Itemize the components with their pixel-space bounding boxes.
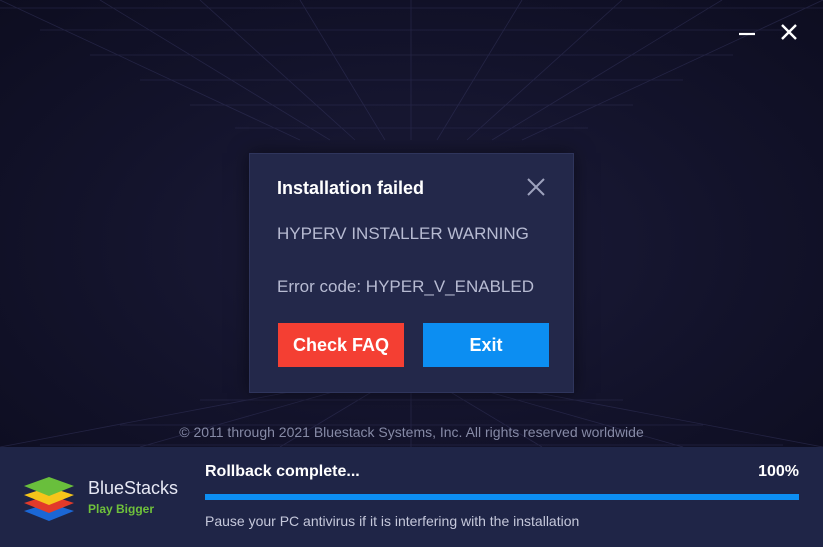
copyright-text: © 2011 through 2021 Bluestack Systems, I… [179,424,644,440]
close-icon[interactable] [777,20,801,44]
close-icon[interactable] [525,176,547,198]
window-controls [735,20,801,44]
exit-button[interactable]: Exit [423,323,549,367]
progress-percent: 100% [758,463,799,480]
footer-bar: BlueStacks Play Bigger Rollback complete… [0,447,823,547]
bluestacks-logo [22,473,76,523]
brand-name: BlueStacks [88,478,179,498]
antivirus-hint: Pause your PC antivirus if it is interfe… [205,513,580,529]
progress-fill [205,494,799,500]
brand-tagline: Play Bigger [88,502,155,516]
dialog-title: Installation failed [277,178,425,198]
minimize-icon[interactable] [735,20,759,44]
check-faq-button[interactable]: Check FAQ [278,323,404,367]
status-text: Rollback complete... [205,463,360,480]
progress-bar [205,494,799,500]
dialog-message: HYPERV INSTALLER WARNING [277,224,529,243]
installation-failed-dialog: Installation failed HYPERV INSTALLER WAR… [249,153,574,393]
error-code: Error code: HYPER_V_ENABLED [277,277,534,296]
